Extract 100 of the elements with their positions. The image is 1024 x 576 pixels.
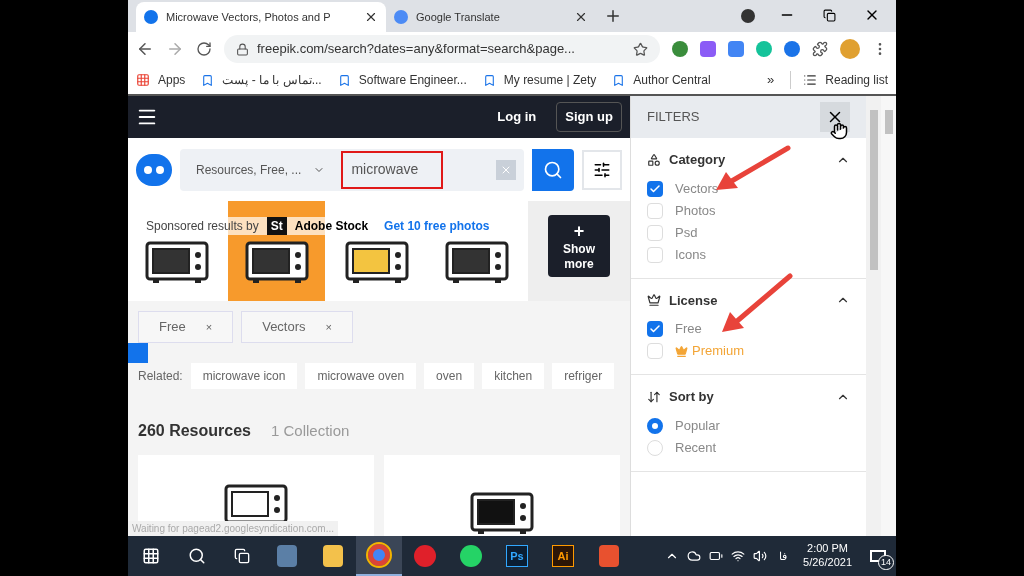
crown-icon (675, 344, 688, 358)
reading-list-icon (803, 73, 818, 87)
microwave-drawing (144, 241, 209, 285)
robot-logo-icon (136, 153, 172, 186)
section-header[interactable]: Sort by (647, 387, 850, 407)
shapes-icon (647, 152, 661, 167)
signup-button[interactable]: Sign up (556, 102, 622, 132)
microwave-drawing (244, 241, 309, 285)
option-label: Popular (675, 416, 720, 435)
extension-icon[interactable] (784, 41, 800, 57)
checkbox[interactable] (647, 180, 663, 197)
sliders-icon (593, 160, 611, 179)
premium-label: Premium (692, 342, 744, 361)
checkbox[interactable] (647, 202, 663, 219)
related-tag[interactable]: microwave icon (190, 363, 298, 389)
related-label: Related: (138, 368, 183, 385)
new-tab-icon[interactable] (604, 7, 622, 25)
browser-tab[interactable]: Google Translate (386, 2, 596, 32)
option-label: Recent (675, 438, 717, 457)
close-tab-icon[interactable] (364, 10, 378, 24)
filter-button[interactable] (582, 149, 622, 190)
address-field[interactable]: freepik.com/search?dates=any&format=search&page... (224, 35, 660, 63)
search-field[interactable]: microwave (341, 150, 444, 189)
search-button[interactable] (532, 148, 574, 191)
related-tag[interactable]: kitchen (482, 363, 545, 389)
bookmark-favicon (201, 73, 215, 87)
extension-icon[interactable] (672, 41, 688, 57)
related-tag[interactable]: microwave oven (305, 363, 417, 389)
bookmark-link[interactable]: Author Central (612, 71, 711, 89)
notification-count: 14 (878, 554, 894, 570)
app-button[interactable]: Ai (540, 536, 586, 576)
tab-title: Google Translate (416, 9, 501, 25)
filters-title: FILTERS (647, 108, 701, 127)
sponsored-label: Sponsored results by (146, 218, 259, 235)
wifi-icon[interactable] (731, 549, 746, 563)
bookmark-link[interactable]: Apps (136, 71, 186, 89)
bookmark-star-icon[interactable] (633, 41, 648, 57)
hand-cursor-icon (830, 122, 848, 140)
back-icon[interactable] (136, 40, 154, 58)
app-button[interactable]: Ps (494, 536, 540, 576)
microwave-drawing (344, 241, 409, 285)
search-icon (543, 159, 563, 180)
related-tag[interactable]: refriger (552, 363, 615, 389)
notifications-button[interactable]: 14 (860, 536, 896, 576)
active-filter-chip[interactable]: Free × (138, 311, 234, 343)
adobe-stock-logo: St (266, 217, 287, 235)
bookmark-link[interactable]: تماس با ما - پست... (201, 71, 322, 89)
check-icon (649, 182, 661, 195)
crown-icon (647, 293, 661, 308)
option-label: Photos (675, 201, 716, 220)
extensions-icon[interactable] (812, 41, 828, 57)
app-icon[interactable] (356, 536, 402, 576)
section-header[interactable]: Category (647, 150, 850, 170)
sort-icon (647, 389, 661, 404)
volume-icon[interactable] (753, 549, 768, 563)
bookmark-favicon (482, 73, 496, 87)
radio-button[interactable] (647, 417, 663, 434)
free-photos-link[interactable]: Get 10 free photos (384, 217, 490, 235)
reload-icon[interactable] (196, 41, 212, 57)
battery-icon[interactable] (709, 549, 724, 563)
bookmark-favicon (337, 73, 351, 87)
option-label: Icons (675, 245, 707, 264)
tab-favicon (394, 10, 408, 24)
extension-icon[interactable] (700, 41, 716, 57)
scope-dropdown[interactable]: Resources, Free, ... (180, 160, 342, 179)
lock-icon (236, 42, 249, 56)
option-label: Vectors (675, 179, 719, 198)
microwave-drawing (444, 241, 509, 285)
show-more-button[interactable]: + Show more (548, 215, 610, 277)
apps-grid-icon (136, 73, 150, 87)
extension-icon[interactable] (728, 41, 744, 57)
tab-favicon (144, 10, 158, 24)
close-tab-icon[interactable] (574, 10, 588, 24)
related-tag[interactable]: oven (424, 363, 475, 389)
checkbox[interactable] (647, 343, 663, 359)
profile-menu-icon[interactable] (741, 9, 755, 23)
section-header[interactable]: License (647, 290, 850, 310)
bookmark-link[interactable]: Software Engineer... (337, 71, 467, 89)
more-bookmarks-button[interactable]: » (767, 70, 775, 90)
restore-icon[interactable] (823, 9, 836, 22)
cloud-icon[interactable] (687, 549, 702, 563)
brand-name: Adobe Stock (294, 218, 369, 235)
tab-title: Microwave Vectors, Photos and P (166, 9, 332, 25)
bookmark-link[interactable]: My resume | Zety (482, 71, 597, 89)
option-label: Free (675, 320, 702, 339)
check-icon (649, 323, 661, 335)
language-indicator[interactable]: فا (779, 547, 788, 565)
checkbox[interactable] (647, 321, 663, 337)
checkbox[interactable] (647, 246, 663, 263)
search-icon[interactable] (188, 547, 206, 565)
login-button[interactable]: Log in (489, 107, 545, 127)
task-view-icon[interactable] (234, 548, 250, 564)
browser-tab[interactable]: Microwave Vectors, Photos and P (136, 2, 386, 32)
url-text: freepik.com/search?dates=any&format=search&page... (257, 40, 576, 59)
bookmark-favicon (612, 73, 626, 87)
clock[interactable]: 2:00 PM 5/26/2021 (803, 542, 852, 570)
option-label: Psd (675, 223, 698, 242)
active-filter-chip[interactable]: Vectors × (241, 311, 353, 343)
reading-list-button[interactable]: Reading list (790, 71, 888, 89)
checkbox[interactable] (647, 224, 663, 241)
